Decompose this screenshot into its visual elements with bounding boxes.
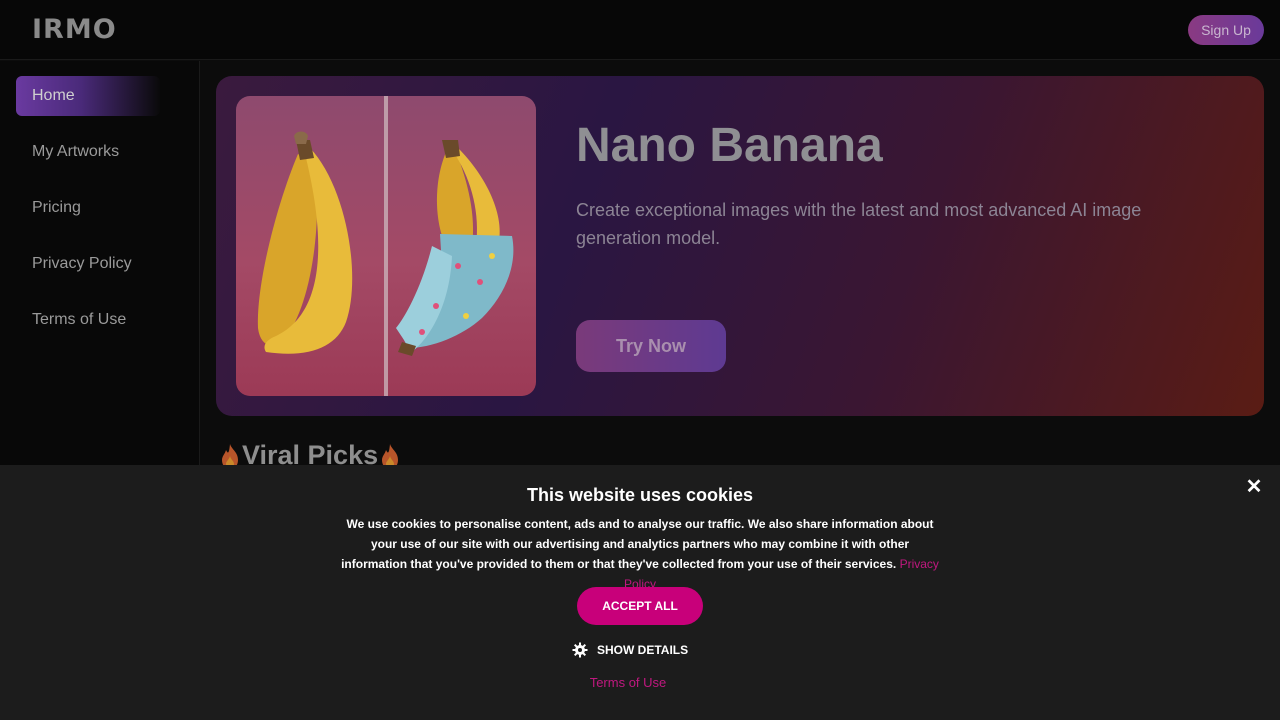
sidebar-item-terms-of-use[interactable]: Terms of Use: [16, 300, 160, 340]
sidebar-item-home[interactable]: Home: [16, 76, 160, 116]
hero-title: Nano Banana: [576, 119, 883, 172]
cookie-body-text: We use cookies to personalise content, a…: [341, 517, 934, 571]
show-details-button[interactable]: SHOW DETAILS: [572, 642, 688, 658]
show-details-label: SHOW DETAILS: [597, 643, 689, 657]
cookie-banner: This website uses cookies ✕ We use cooki…: [0, 465, 1280, 720]
try-now-button[interactable]: Try Now: [576, 320, 726, 372]
banana-before-after-image: [236, 96, 536, 396]
sidebar-item-pricing[interactable]: Pricing: [16, 188, 160, 228]
hero-banner: Nano Banana Create exceptional images wi…: [216, 76, 1264, 416]
top-header: IRMO Sign Up: [0, 0, 1280, 60]
cookie-title: This website uses cookies: [526, 485, 754, 505]
accept-all-button[interactable]: ACCEPT ALL: [577, 587, 703, 625]
terms-of-use-link[interactable]: Terms of Use: [0, 675, 1256, 690]
hero-description: Create exceptional images with the lates…: [576, 200, 1142, 248]
gear-icon: [572, 642, 588, 658]
before-after-divider[interactable]: [384, 96, 388, 396]
close-icon[interactable]: ✕: [1244, 477, 1264, 497]
sidebar-item-privacy-policy[interactable]: Privacy Policy: [16, 244, 160, 284]
page: IRMO Sign Up Home My Artworks Pricing Pr…: [0, 0, 1280, 720]
logo[interactable]: IRMO: [32, 14, 117, 45]
sidebar-item-my-artworks[interactable]: My Artworks: [16, 132, 160, 172]
cookie-message: We use cookies to personalise content, a…: [340, 514, 940, 594]
sign-up-button[interactable]: Sign Up: [1188, 15, 1264, 45]
